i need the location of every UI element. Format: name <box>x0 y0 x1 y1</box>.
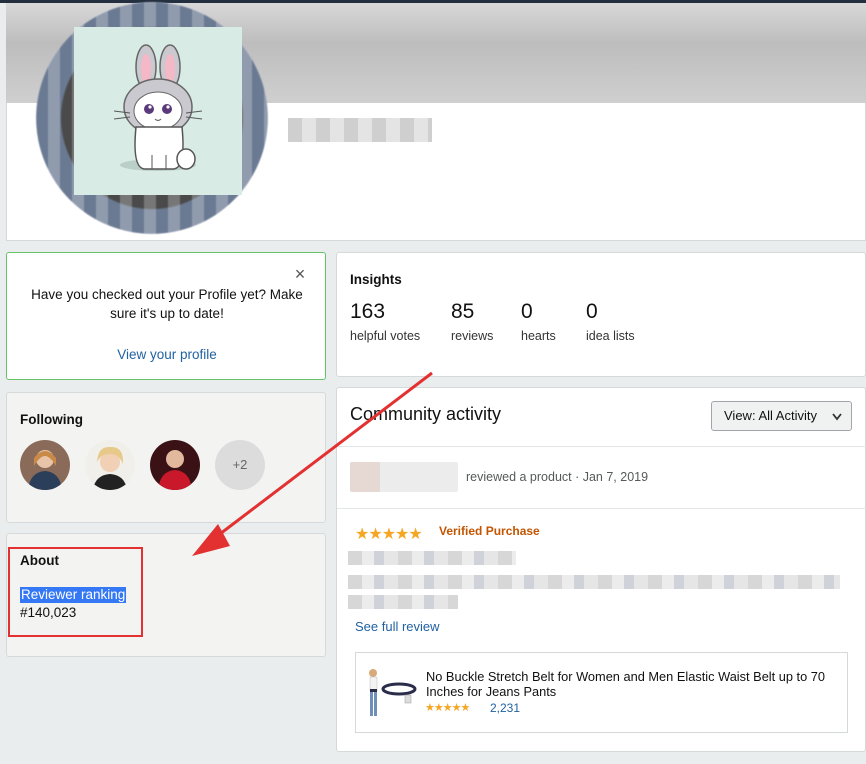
view-profile-link[interactable]: View your profile <box>13 347 321 362</box>
star-rating-icon: ★★★★★ <box>425 702 470 714</box>
view-filter-label: View: <box>724 408 756 423</box>
product-title-link[interactable]: No Buckle Stretch Belt for Women and Men… <box>426 669 836 699</box>
verified-purchase-badge: Verified Purchase <box>439 524 540 538</box>
person-photo-icon <box>150 440 200 490</box>
stat-reviews-value: 85 <box>451 300 475 323</box>
community-activity-title: Community activity <box>350 404 502 424</box>
review-title-redacted <box>348 551 516 565</box>
following-avatar-3[interactable] <box>150 440 200 490</box>
reviewer-name-redacted[interactable] <box>350 462 458 492</box>
bunny-avatar-illustration <box>113 44 203 171</box>
insights-card <box>336 252 866 377</box>
avatar[interactable] <box>74 27 242 195</box>
stat-helpful-votes-label: helpful votes <box>350 329 421 343</box>
annotation-highlight-box <box>8 547 143 637</box>
stat-hearts-value: 0 <box>521 300 533 323</box>
view-filter-select[interactable]: View: All Activity <box>711 401 852 431</box>
following-more-button[interactable]: +2 <box>215 440 265 490</box>
see-full-review-link[interactable]: See full review <box>355 619 440 634</box>
divider <box>337 446 866 447</box>
stat-hearts-label: hearts <box>521 329 556 343</box>
person-photo-icon <box>85 440 135 490</box>
stat-reviews-label: reviews <box>451 329 494 343</box>
activity-meta: reviewed a product · Jan 7, 2019 <box>466 470 649 484</box>
following-avatar-2[interactable] <box>85 440 135 490</box>
review-text-redacted <box>348 595 458 609</box>
stat-idea-lists-value: 0 <box>586 300 598 323</box>
profile-prompt-text: Have you checked out your Profile yet? M… <box>31 287 303 321</box>
chevron-down-icon <box>832 413 842 421</box>
person-photo-icon <box>20 440 70 490</box>
product-rating-count[interactable]: 2,231 <box>490 701 520 715</box>
stat-idea-lists-label: idea lists <box>586 329 635 343</box>
following-avatar-1[interactable] <box>20 440 70 490</box>
view-filter-value: All Activity <box>758 408 817 423</box>
stat-helpful-votes-value: 163 <box>350 300 386 323</box>
close-icon[interactable]: × <box>293 265 307 283</box>
belt-product-image <box>369 669 417 716</box>
following-title: Following <box>20 412 83 427</box>
insights-title: Insights <box>350 272 402 287</box>
username-redacted <box>288 118 432 142</box>
review-text-redacted <box>348 575 840 589</box>
star-rating-icon: ★★★★★ <box>355 526 423 543</box>
divider <box>337 508 866 509</box>
profile-prompt-card: × Have you checked out your Profile yet?… <box>6 252 326 380</box>
